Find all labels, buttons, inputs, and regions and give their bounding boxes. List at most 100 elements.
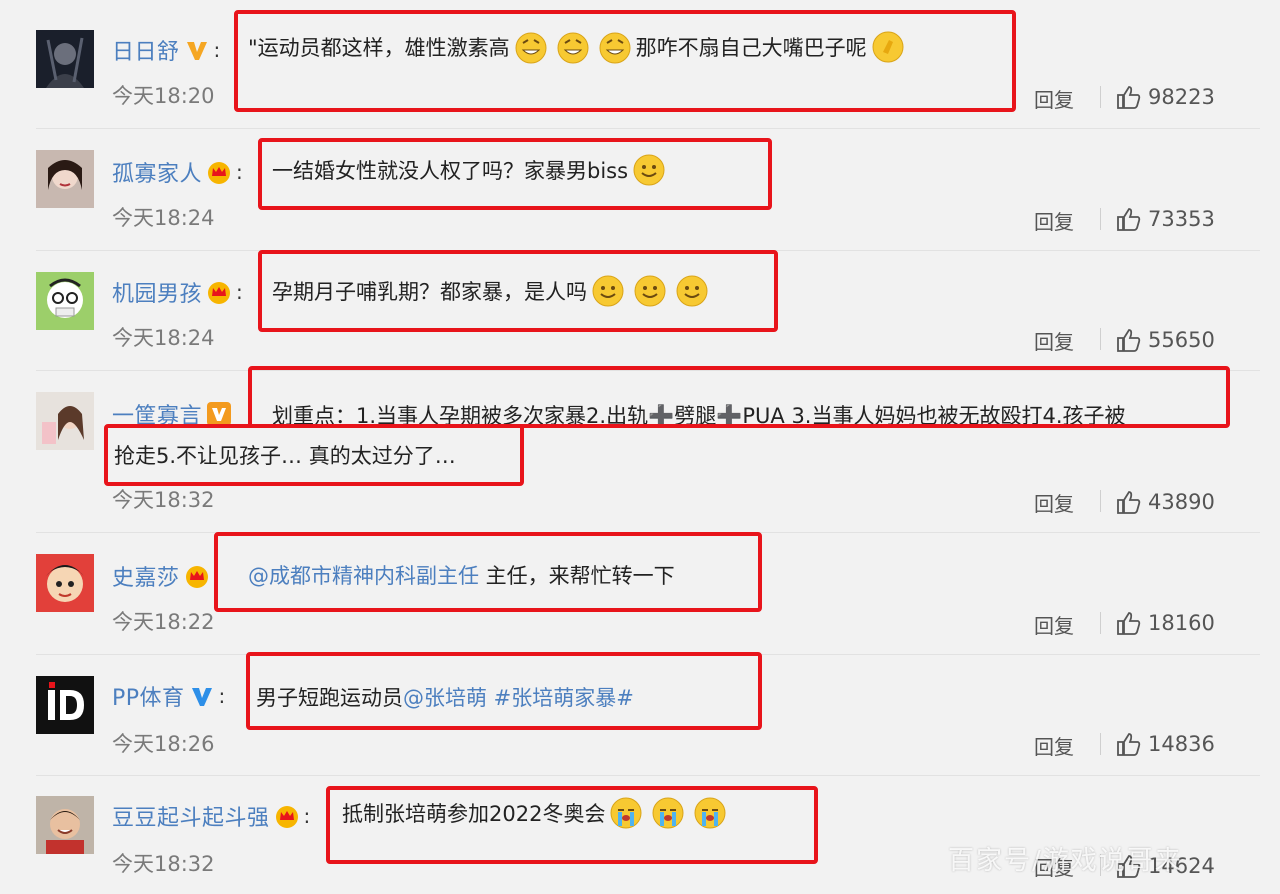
avatar[interactable]	[36, 554, 94, 612]
thumbs-up-icon	[1116, 206, 1142, 232]
reply-button[interactable]: 回复	[1034, 206, 1074, 235]
vip-crown-icon	[206, 279, 232, 305]
divider	[36, 370, 1260, 371]
separator	[1100, 612, 1101, 634]
thumbs-up-icon	[1116, 610, 1142, 636]
separator	[1100, 208, 1101, 230]
verified-badge-icon	[206, 401, 232, 427]
username[interactable]: 日日舒	[112, 34, 180, 66]
comment-text-part: 孕期月子哺乳期？都家暴，是人吗	[272, 280, 587, 304]
reply-button[interactable]: 回复	[1034, 731, 1074, 760]
avatar[interactable]	[36, 150, 94, 208]
comment-text-part: 主任，来帮忙转一下	[479, 564, 675, 588]
vip-crown-icon	[206, 159, 232, 185]
smile-emoji-icon	[632, 153, 666, 187]
separator	[1100, 490, 1101, 512]
reply-button[interactable]: 回复	[1034, 610, 1074, 639]
colon: :	[303, 804, 311, 828]
avatar[interactable]	[36, 272, 94, 330]
smile-emoji-icon	[591, 274, 625, 308]
verified-badge-icon	[184, 37, 210, 63]
colon: :	[218, 684, 226, 708]
grin-emoji-icon	[556, 30, 590, 64]
reply-button[interactable]: 回复	[1034, 326, 1074, 355]
thumbs-up-icon	[1116, 84, 1142, 110]
separator	[1100, 86, 1101, 108]
timestamp: 今天18:32	[112, 488, 215, 512]
reply-button[interactable]: 回复	[1034, 84, 1074, 113]
divider	[36, 775, 1260, 776]
cry-emoji-icon	[609, 796, 643, 830]
like-count: 55650	[1148, 328, 1215, 352]
reply-button[interactable]: 回复	[1034, 488, 1074, 517]
like-count: 18160	[1148, 611, 1215, 635]
avatar[interactable]	[36, 676, 94, 734]
comment-text-part: 抢走5.不让见孩子… 真的太过分了…	[114, 444, 456, 468]
like-button[interactable]: 98223	[1116, 84, 1215, 110]
cry-emoji-icon	[651, 796, 685, 830]
avatar[interactable]	[36, 796, 94, 854]
comment-text: 抵制张培萌参加2022冬奥会	[342, 796, 731, 830]
grin-emoji-icon	[598, 30, 632, 64]
like-button[interactable]: 43890	[1116, 489, 1215, 515]
like-button[interactable]: 14836	[1116, 731, 1215, 757]
cry-emoji-icon	[693, 796, 727, 830]
vip-crown-icon	[184, 563, 210, 589]
comment-text: 抢走5.不让见孩子… 真的太过分了…	[114, 440, 456, 470]
avatar[interactable]	[36, 392, 94, 450]
comment-text-part: "运动员都这样，雄性激素高	[248, 36, 510, 60]
colon: :	[236, 160, 243, 184]
colon: :	[213, 564, 221, 588]
grin-emoji-icon	[514, 30, 548, 64]
timestamp: 今天18:20	[112, 84, 215, 108]
like-count: 14836	[1148, 732, 1215, 756]
like-count: 43890	[1148, 490, 1215, 514]
comment-text-part: 那咋不扇自己大嘴巴子呢	[635, 36, 867, 60]
comment-text: 划重点：1.当事人孕期被多次家暴2.出轨➕劈腿➕PUA 3.当事人妈妈也被无故殴…	[272, 400, 1126, 430]
comment-text: "运动员都这样，雄性激素高 那咋不扇自己大嘴巴子呢	[248, 30, 909, 64]
avatar[interactable]	[36, 30, 94, 88]
thumbs-up-icon	[1116, 327, 1142, 353]
mention-link[interactable]: @成都市精神内科副主任	[248, 560, 479, 590]
thumbs-up-icon	[1116, 731, 1142, 757]
divider	[36, 654, 1260, 655]
comment-list: 日日舒 : "运动员都这样，雄性激素高 那咋不扇自己大嘴巴子呢 今天18:20 …	[0, 0, 1280, 894]
comment-text: @成都市精神内科副主任 主任，来帮忙转一下	[248, 560, 675, 590]
comment-text-part: 抵制张培萌参加2022冬奥会	[342, 802, 606, 826]
comment-text-part: 一结婚女性就没人权了吗？家暴男biss	[272, 159, 629, 183]
username[interactable]: PP体育	[112, 680, 185, 712]
divider	[36, 532, 1260, 533]
watermark: 百家号/游戏说哥来	[948, 846, 1183, 876]
timestamp: 今天18:22	[112, 610, 215, 634]
timestamp: 今天18:24	[112, 206, 215, 230]
username[interactable]: 机园男孩	[112, 276, 202, 308]
comment-text-part: 男子短跑运动员	[256, 686, 403, 710]
divider	[36, 128, 1260, 129]
comment-text: 一结婚女性就没人权了吗？家暴男biss	[272, 153, 670, 187]
username[interactable]: 一筐寡言	[112, 398, 202, 430]
divider	[36, 250, 1260, 251]
like-button[interactable]: 73353	[1116, 206, 1215, 232]
vip-crown-icon	[274, 803, 300, 829]
comment-text: 男子短跑运动员 @张培萌 #张培萌家暴#	[256, 682, 634, 712]
separator	[1100, 733, 1101, 755]
clap-emoji-icon	[871, 30, 905, 64]
timestamp: 今天18:32	[112, 852, 215, 876]
like-count: 73353	[1148, 207, 1215, 231]
username[interactable]: 豆豆起斗起斗强	[112, 800, 270, 832]
like-button[interactable]: 55650	[1116, 327, 1215, 353]
timestamp: 今天18:24	[112, 326, 215, 350]
separator	[1100, 328, 1101, 350]
colon: :	[236, 280, 243, 304]
smile-emoji-icon	[633, 274, 667, 308]
username[interactable]: 史嘉莎	[112, 560, 180, 592]
comment-text-part: 划重点：1.当事人孕期被多次家暴2.出轨➕劈腿➕PUA 3.当事人妈妈也被无故殴…	[272, 404, 1126, 428]
mention-link[interactable]: @张培萌 #张培萌家暴#	[403, 682, 634, 712]
like-button[interactable]: 18160	[1116, 610, 1215, 636]
timestamp: 今天18:26	[112, 732, 215, 756]
username[interactable]: 孤寡家人	[112, 156, 202, 188]
like-count: 98223	[1148, 85, 1215, 109]
colon: :	[213, 38, 221, 62]
verified-badge-icon	[189, 683, 215, 709]
smile-emoji-icon	[675, 274, 709, 308]
